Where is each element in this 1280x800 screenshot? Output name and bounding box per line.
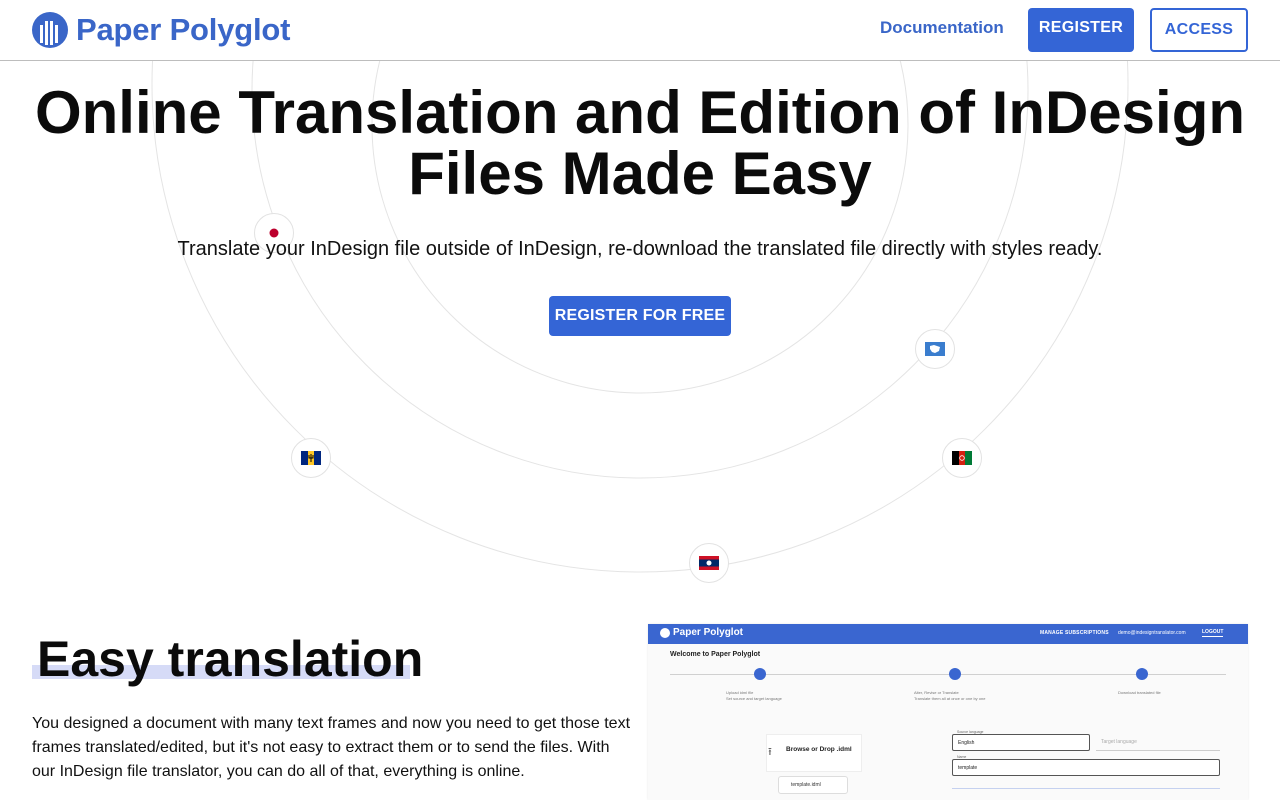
preview-nav-logout: LOGOUT [1202,629,1224,637]
preview-dropzone-label: Browse or Drop .idml [786,746,852,753]
preview-step-label: Upload idml file Set source and target l… [726,690,782,701]
preview-target-select: Target language [1096,734,1220,751]
brand-logo[interactable]: Paper Polyglot [32,12,290,48]
preview-dropzone [766,734,862,772]
preview-brand: Paper Polyglot [660,627,743,638]
antarctica-flag-icon [915,329,955,369]
preview-name-input: template [952,759,1220,776]
afghanistan-flag-icon [942,438,982,478]
feature-description: You designed a document with many text f… [32,715,631,780]
preview-logo-icon [660,627,670,638]
preview-source-select: English [952,734,1090,751]
app-preview-screenshot: Paper Polyglot MANAGE SUBSCRIPTIONS demo… [648,624,1248,800]
access-button[interactable]: ACCESS [1150,8,1248,52]
preview-divider [952,788,1220,789]
preview-file-chip: template.idml [778,776,848,794]
feature-title: Easy translation [37,631,424,687]
preview-upload-icon: ⭱ [768,746,772,758]
preview-nav-manage: MANAGE SUBSCRIPTIONS [1040,630,1109,636]
hero-subtitle: Translate your InDesign file outside of … [177,238,1103,260]
register-button[interactable]: REGISTER [1028,8,1134,52]
preview-step-download-icon [1136,668,1148,680]
barbados-flag-icon [291,438,331,478]
laos-flag-icon [689,543,729,583]
hero-title: Online Translation and Edition of InDesi… [34,79,1246,207]
preview-step-label: Download translated file [1118,690,1161,695]
paper-polyglot-logo-icon [32,12,68,48]
preview-brand-text: Paper Polyglot [673,627,744,638]
preview-step-upload-icon [754,668,766,680]
preview-source-label: Source language [956,730,985,734]
preview-nav-email: demo@indesigntranslator.com [1118,630,1186,636]
nav-documentation-link[interactable]: Documentation [880,18,1004,38]
preview-name-label: Name [956,755,968,759]
preview-step-label: Alter, Revise or Translate Translate the… [914,690,986,701]
preview-welcome: Welcome to Paper Polyglot [670,651,761,658]
brand-name: Paper Polyglot [76,12,291,47]
preview-step-translate-icon [949,668,961,680]
site-header: Paper Polyglot Documentation REGISTER AC… [0,0,1280,61]
register-for-free-button[interactable]: REGISTER FOR FREE [549,296,731,336]
